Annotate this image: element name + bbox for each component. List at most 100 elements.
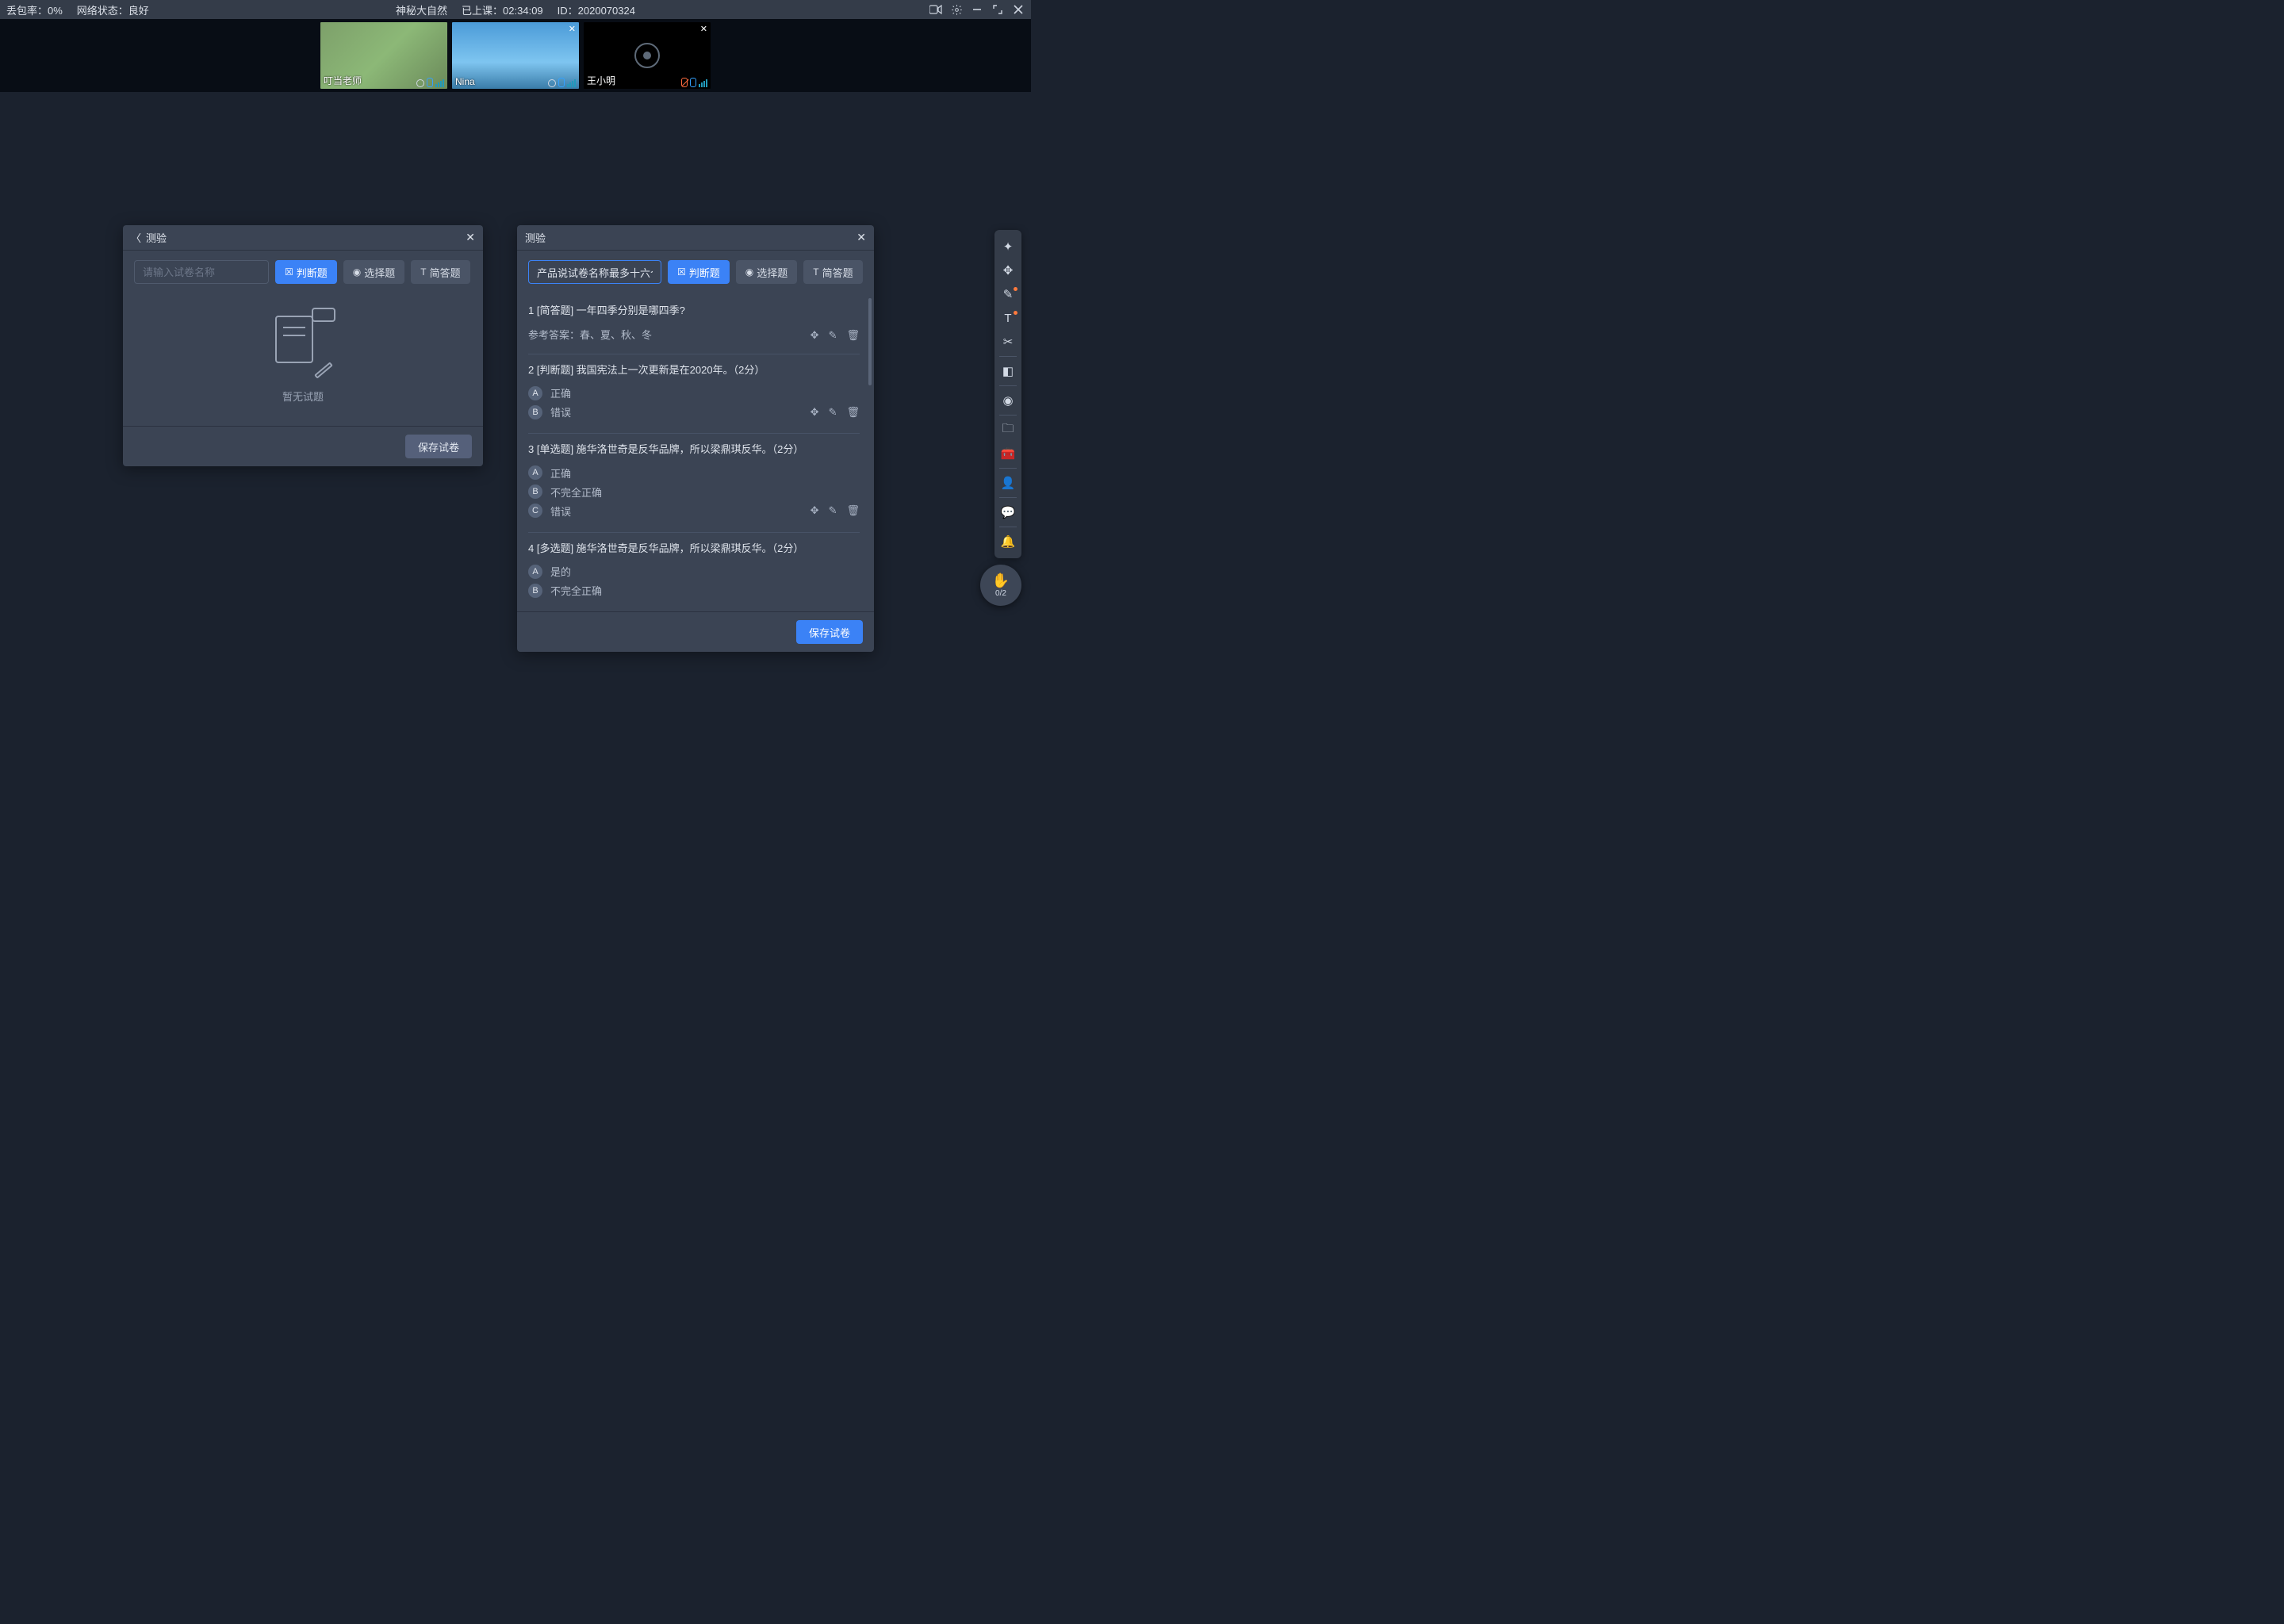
back-icon[interactable]: 〈 xyxy=(131,230,141,245)
toolbar-divider xyxy=(999,497,1017,498)
move-icon[interactable]: ✥ xyxy=(811,329,819,342)
question-item: 4 [多选题] 施华洛世奇是反华品牌，所以梁鼎琪反华。（2分） A 是的 B 不完全正确… xyxy=(528,533,860,602)
video-tiles-row: 叮当老师 ✕ Nina ✕ 王小明 xyxy=(0,19,1031,92)
video-tile-student-1[interactable]: ✕ Nina xyxy=(452,22,579,89)
camera-toggle-icon[interactable] xyxy=(929,3,942,16)
panel-close-icon[interactable]: ✕ xyxy=(466,231,475,244)
question-type-choice[interactable]: ◉选择题 xyxy=(343,260,405,284)
hand-raise-badge[interactable]: ✋ 0/2 xyxy=(980,565,1021,606)
class-id-label: ID：2020070324 xyxy=(558,2,635,17)
option-text: 不完全正确 xyxy=(550,583,602,598)
minimize-icon[interactable] xyxy=(971,3,983,16)
question-list[interactable]: 1 [简答题] 一年四季分别是哪四季?参考答案：春、夏、秋、冬✥✎🗑2 [判断题… xyxy=(528,295,863,602)
chat-icon[interactable]: 💬 xyxy=(994,500,1021,524)
cursor-icon[interactable]: ✦ xyxy=(994,235,1021,259)
volume-bars-icon xyxy=(567,79,576,87)
question-type-judge[interactable]: ☒判断题 xyxy=(275,260,337,284)
maximize-icon[interactable] xyxy=(991,3,1004,16)
empty-state: 暂无试题 xyxy=(134,295,472,416)
question-option[interactable]: C错误✥✎🗑 xyxy=(528,504,860,519)
edit-icon[interactable]: ✎ xyxy=(829,406,837,419)
close-window-icon[interactable] xyxy=(1012,3,1025,16)
option-letter: B xyxy=(528,584,542,598)
volume-bars-icon xyxy=(699,79,707,87)
edit-icon[interactable]: ✎ xyxy=(829,504,837,517)
option-text: 错误 xyxy=(550,404,571,419)
move-icon[interactable]: ✥ xyxy=(811,504,819,517)
panel-title: 测验 xyxy=(146,230,167,245)
hand-count: 0/2 xyxy=(995,589,1006,598)
question-option[interactable]: B 不完全正确 xyxy=(528,583,860,598)
packet-loss-label: 丢包率：0% xyxy=(6,2,63,17)
volume-bars-icon xyxy=(435,79,444,87)
bell-icon[interactable]: 🔔 xyxy=(994,530,1021,553)
question-title: 2 [判断题] 我国宪法上一次更新是在2020年。（2分） xyxy=(528,362,860,378)
delete-icon[interactable]: 🗑 xyxy=(846,406,860,419)
settings-gear-icon[interactable] xyxy=(950,3,963,16)
mic-on-icon xyxy=(427,78,433,87)
question-type-short[interactable]: T简答题 xyxy=(803,260,862,284)
question-type-judge[interactable]: ☒判断题 xyxy=(668,260,730,284)
question-item: 1 [简答题] 一年四季分别是哪四季?参考答案：春、夏、秋、冬✥✎🗑 xyxy=(528,295,860,354)
short-icon: T xyxy=(813,266,818,278)
video-tile-teacher[interactable]: 叮当老师 xyxy=(320,22,447,89)
quiz-name-input[interactable] xyxy=(528,260,661,284)
toolbar-divider xyxy=(999,385,1017,386)
option-text: 正确 xyxy=(550,465,571,481)
option-letter: A xyxy=(528,386,542,400)
question-title: 4 [多选题] 施华洛世奇是反华品牌，所以梁鼎琪反华。（2分） xyxy=(528,541,860,557)
signal-icon xyxy=(548,79,556,87)
delete-icon[interactable]: 🗑 xyxy=(846,329,860,342)
edit-icon[interactable]: ✎ xyxy=(829,329,837,342)
empty-illustration-icon xyxy=(267,308,339,379)
save-quiz-button[interactable]: 保存试卷 xyxy=(405,435,472,458)
move-icon[interactable]: ✥ xyxy=(811,406,819,419)
toolbar-divider xyxy=(999,468,1017,469)
question-option[interactable]: B不完全正确 xyxy=(528,485,860,500)
toolbox-icon[interactable]: 🧰 xyxy=(994,442,1021,465)
toolbar-divider xyxy=(999,356,1017,357)
video-name-label: 王小明 xyxy=(587,74,615,87)
mic-on-icon xyxy=(558,78,565,87)
judge-icon: ☒ xyxy=(677,266,686,278)
option-text: 是的 xyxy=(550,564,571,579)
video-name-label: 叮当老师 xyxy=(324,74,362,87)
option-letter: A xyxy=(528,565,542,579)
option-text: 错误 xyxy=(550,504,571,519)
option-letter: B xyxy=(528,405,542,419)
delete-icon[interactable]: 🗑 xyxy=(846,504,860,517)
person-icon[interactable]: 👤 xyxy=(994,471,1021,495)
short-icon: T xyxy=(420,266,426,278)
choice-icon: ◉ xyxy=(745,266,753,278)
question-title: 1 [简答题] 一年四季分别是哪四季? xyxy=(528,303,860,319)
move-icon[interactable]: ✥ xyxy=(994,259,1021,282)
panel-close-icon[interactable]: ✕ xyxy=(856,231,866,244)
question-option[interactable]: A正确 xyxy=(528,385,860,400)
tile-close-icon[interactable]: ✕ xyxy=(569,24,576,34)
question-type-choice[interactable]: ◉选择题 xyxy=(736,260,798,284)
video-name-label: Nina xyxy=(455,76,475,87)
save-quiz-button[interactable]: 保存试卷 xyxy=(796,620,863,644)
question-item: 2 [判断题] 我国宪法上一次更新是在2020年。（2分） A正确 B 错误 ✥ ✎ 🗑 xyxy=(528,354,860,435)
text-icon[interactable]: T xyxy=(994,306,1021,330)
brightness-icon[interactable]: ◉ xyxy=(994,389,1021,412)
folder-icon[interactable]: 🗀 xyxy=(994,418,1021,442)
tile-close-icon[interactable]: ✕ xyxy=(700,24,707,34)
option-letter: B xyxy=(528,485,542,499)
scrollbar-thumb[interactable] xyxy=(868,298,872,385)
question-option[interactable]: B 错误 ✥ ✎ 🗑 xyxy=(528,404,860,419)
quiz-panel-empty: 〈 测验 ✕ ☒判断题 ◉选择题 T简答题 暂无试题 保存试卷 xyxy=(123,225,483,466)
pen-icon[interactable]: ✎ xyxy=(994,282,1021,306)
camera-off-icon xyxy=(634,43,660,68)
class-time-label: 已上课：02:34:09 xyxy=(462,2,543,17)
video-tile-student-2[interactable]: ✕ 王小明 xyxy=(584,22,711,89)
eraser-icon[interactable]: ◧ xyxy=(994,359,1021,383)
scissors-icon[interactable]: ✂ xyxy=(994,330,1021,354)
question-type-short[interactable]: T简答题 xyxy=(411,260,469,284)
indicator-dot-icon xyxy=(1014,287,1017,291)
quiz-name-input[interactable] xyxy=(134,260,269,284)
question-option[interactable]: A 是的 xyxy=(528,564,860,579)
question-option[interactable]: A 正确 xyxy=(528,465,860,481)
panel-header: 〈 测验 ✕ xyxy=(123,225,483,251)
option-letter: A xyxy=(528,465,542,480)
